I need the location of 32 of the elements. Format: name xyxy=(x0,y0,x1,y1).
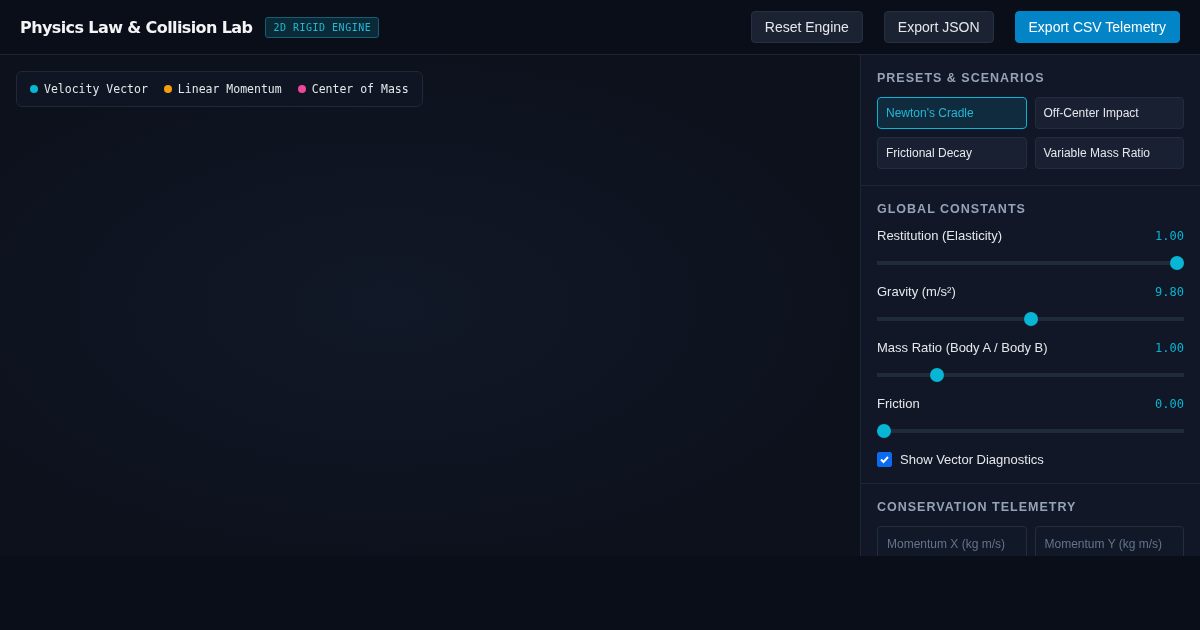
slider-reading: 1.00 xyxy=(1155,340,1184,355)
slider-label: Gravity (m/s²) xyxy=(877,284,956,299)
checkbox[interactable] xyxy=(877,452,892,467)
slider-label: Restitution (Elasticity) xyxy=(877,228,1002,243)
slider-label: Mass Ratio (Body A / Body B) xyxy=(877,340,1048,355)
slider-reading: 9.80 xyxy=(1155,284,1184,299)
header-button[interactable]: Export CSV Telemetry xyxy=(1014,11,1180,43)
preset-button[interactable]: Frictional Decay xyxy=(877,137,1027,169)
checkbox-label: Show Vector Diagnostics xyxy=(900,452,1044,467)
engine-badge: 2D RIGID ENGINE xyxy=(265,16,380,38)
slider-thumb[interactable] xyxy=(1170,256,1184,270)
preset-button[interactable]: Variable Mass Ratio xyxy=(1034,137,1184,169)
slider-thumb[interactable] xyxy=(1023,312,1038,326)
slider-reading: 1.00 xyxy=(1155,228,1184,243)
section-heading: GLOBAL CONSTANTS xyxy=(877,202,1027,216)
telemetry-card: Momentum Y (kg m/s) xyxy=(1034,526,1184,556)
legend-label: Linear Momentum xyxy=(177,82,282,96)
header-button[interactable]: Export JSON xyxy=(883,11,994,43)
check-icon xyxy=(879,454,890,465)
section-heading: PRESETS & SCENARIOS xyxy=(877,71,1046,85)
slider-reading: 0.00 xyxy=(1155,396,1184,411)
slider-thumb[interactable] xyxy=(929,368,944,382)
slider-thumb[interactable] xyxy=(877,424,891,438)
legend-label: Velocity Vector xyxy=(44,82,148,96)
preset-button[interactable]: Newton's Cradle xyxy=(877,97,1027,129)
slider-label: Friction xyxy=(877,396,920,411)
app-title: Physics Law & Collision Lab xyxy=(20,17,253,37)
section-heading: CONSERVATION TELEMETRY xyxy=(877,500,1078,514)
header-button[interactable]: Reset Engine xyxy=(750,11,863,43)
preset-button[interactable]: Off-Center Impact xyxy=(1034,97,1184,129)
legend-label: Center of Mass xyxy=(311,82,409,96)
telemetry-card: Momentum X (kg m/s) xyxy=(877,526,1027,556)
